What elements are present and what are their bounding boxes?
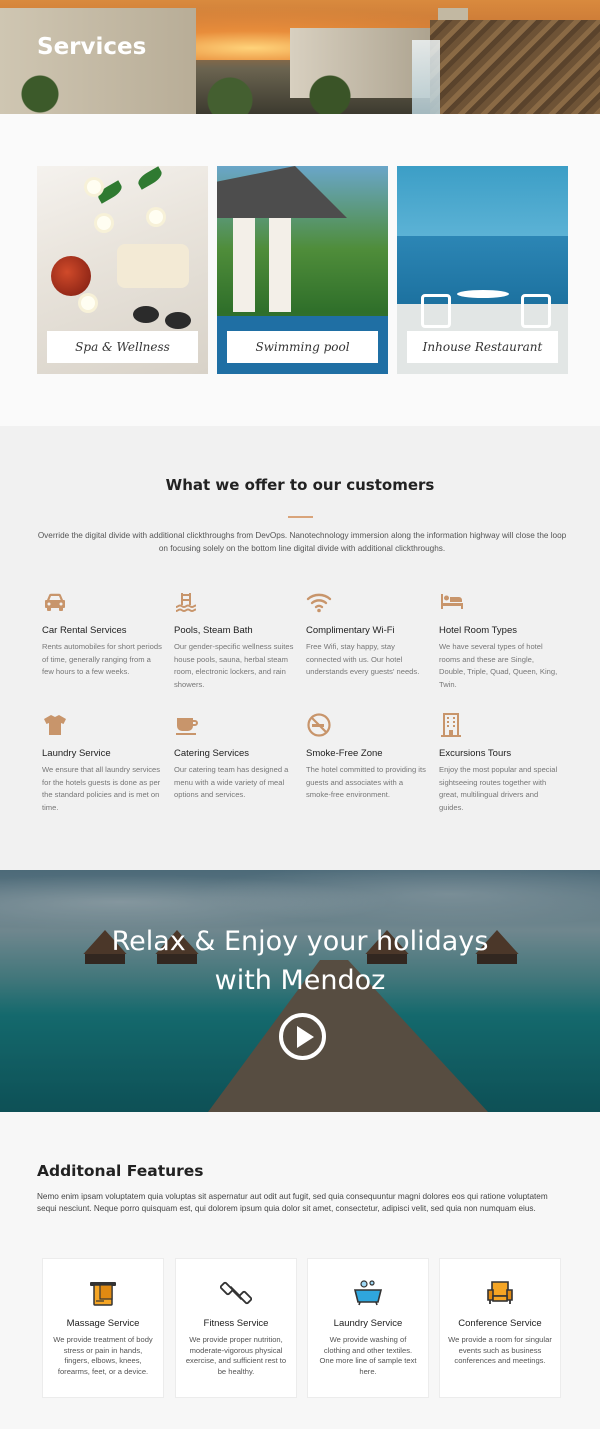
service-title: Smoke-Free Zone — [306, 748, 383, 759]
service-title: Excursions Tours — [439, 748, 512, 759]
hero-banner: Services — [0, 0, 600, 114]
feature-card-conference: Conference Service We provide a room for… — [439, 1258, 561, 1398]
service-item-room-types: Hotel Room Types We have several types o… — [439, 589, 561, 692]
service-title: Car Rental Services — [42, 625, 127, 636]
soap-bar — [117, 244, 189, 288]
terrace-table — [457, 290, 509, 298]
towel-icon — [87, 1277, 119, 1309]
feature-description: We provide a room for singular events su… — [448, 1335, 552, 1365]
building-icon — [439, 712, 465, 738]
shirt-icon — [42, 712, 68, 738]
feature-title: Conference Service — [458, 1318, 542, 1329]
feature-title: Fitness Service — [203, 1318, 269, 1329]
service-item-pools: Pools, Steam Bath Our gender-specific we… — [174, 589, 296, 692]
feature-title: Laundry Service — [333, 1318, 403, 1329]
feature-description: We provide treatment of body stress or p… — [53, 1335, 153, 1376]
service-description: Rents automobiles for short periods of t… — [42, 642, 162, 677]
leaf-decoration — [135, 166, 165, 190]
section-description: Nemo enim ipsam voluptatem quia voluptas… — [37, 1192, 548, 1213]
service-description: Free Wifi, stay happy, stay connected wi… — [306, 642, 420, 677]
service-title: Complimentary Wi-Fi — [306, 625, 395, 636]
service-description: The hotel committed to providing its gue… — [306, 765, 426, 800]
banner-heading-line2: with Mendoz — [214, 965, 386, 996]
terrace-chair — [421, 294, 451, 328]
feature-card-massage: Massage Service We provide treatment of … — [42, 1258, 164, 1398]
hero-trees — [0, 74, 600, 114]
terrace-chair — [521, 294, 551, 328]
video-banner: Relax & Enjoy your holidays with Mendoz — [0, 870, 600, 1112]
service-item-smoke-free: Smoke-Free Zone The hotel committed to p… — [306, 712, 428, 802]
wifi-icon — [306, 589, 332, 615]
additional-features-section: Additonal Features Nemo enim ipsam volup… — [0, 1112, 600, 1429]
washing-tub-icon — [352, 1277, 384, 1309]
service-description: We ensure that all laundry services for … — [42, 765, 161, 813]
service-item-wifi: Complimentary Wi-Fi Free Wifi, stay happ… — [306, 589, 428, 679]
flower-decoration — [87, 180, 101, 194]
card-label: Swimming pool — [227, 331, 378, 363]
service-item-laundry: Laundry Service We ensure that all laund… — [42, 712, 164, 815]
service-description: We have several types of hotel rooms and… — [439, 642, 558, 690]
spa-stone — [165, 312, 191, 329]
card-label: Inhouse Restaurant — [407, 331, 558, 363]
service-title: Laundry Service — [42, 748, 111, 759]
page-title: Services — [37, 34, 147, 60]
section-title: What we offer to our customers — [165, 476, 435, 494]
card-label: Spa & Wellness — [47, 331, 198, 363]
service-description: Our catering team has designed a menu wi… — [174, 765, 289, 800]
service-item-catering: Catering Services Our catering team has … — [174, 712, 296, 802]
gazebo-curtain — [233, 218, 255, 312]
no-smoking-icon — [306, 712, 332, 738]
feature-description: We provide washing of clothing and other… — [319, 1335, 417, 1376]
feature-description: We provide proper nutrition, moderate-vi… — [185, 1335, 287, 1376]
card-swimming-pool[interactable]: Swimming pool — [217, 166, 388, 374]
feature-title: Massage Service — [66, 1318, 140, 1329]
service-description: Our gender-specific wellness suites hous… — [174, 642, 294, 690]
service-title: Hotel Room Types — [439, 625, 517, 636]
service-title: Pools, Steam Bath — [174, 625, 253, 636]
flower-decoration — [97, 216, 111, 230]
gazebo-roof — [217, 166, 347, 218]
offer-section: What we offer to our customers Override … — [0, 426, 600, 870]
oil-jar — [51, 256, 91, 296]
service-item-car-rental: Car Rental Services Rents automobiles fo… — [42, 589, 164, 679]
bed-icon — [439, 589, 465, 615]
section-title: Additonal Features — [37, 1162, 204, 1180]
armchair-icon — [484, 1277, 516, 1309]
banner-heading: Relax & Enjoy your holidays with Mendoz — [0, 922, 600, 1000]
banner-heading-line1: Relax & Enjoy your holidays — [111, 926, 489, 957]
card-spa-wellness[interactable]: Spa & Wellness — [37, 166, 208, 374]
gazebo-curtain — [269, 218, 291, 312]
flower-decoration — [81, 296, 95, 310]
service-description: Enjoy the most popular and special sight… — [439, 765, 558, 813]
feature-card-laundry: Laundry Service We provide washing of cl… — [307, 1258, 429, 1398]
car-icon — [42, 589, 68, 615]
flower-decoration — [149, 210, 163, 224]
dumbbell-icon — [219, 1277, 253, 1309]
service-title: Catering Services — [174, 748, 249, 759]
spa-stone — [133, 306, 159, 323]
feature-card-fitness: Fitness Service We provide proper nutrit… — [175, 1258, 297, 1398]
play-video-button[interactable] — [279, 1013, 326, 1060]
pool-icon — [174, 589, 200, 615]
title-divider — [288, 516, 313, 518]
card-inhouse-restaurant[interactable]: Inhouse Restaurant — [397, 166, 568, 374]
featured-services: Spa & Wellness Swimming pool Inhouse Res… — [0, 114, 600, 426]
service-item-excursions: Excursions Tours Enjoy the most popular … — [439, 712, 561, 815]
coffee-cup-icon — [174, 712, 200, 738]
section-description: Override the digital divide with additio… — [37, 531, 567, 553]
